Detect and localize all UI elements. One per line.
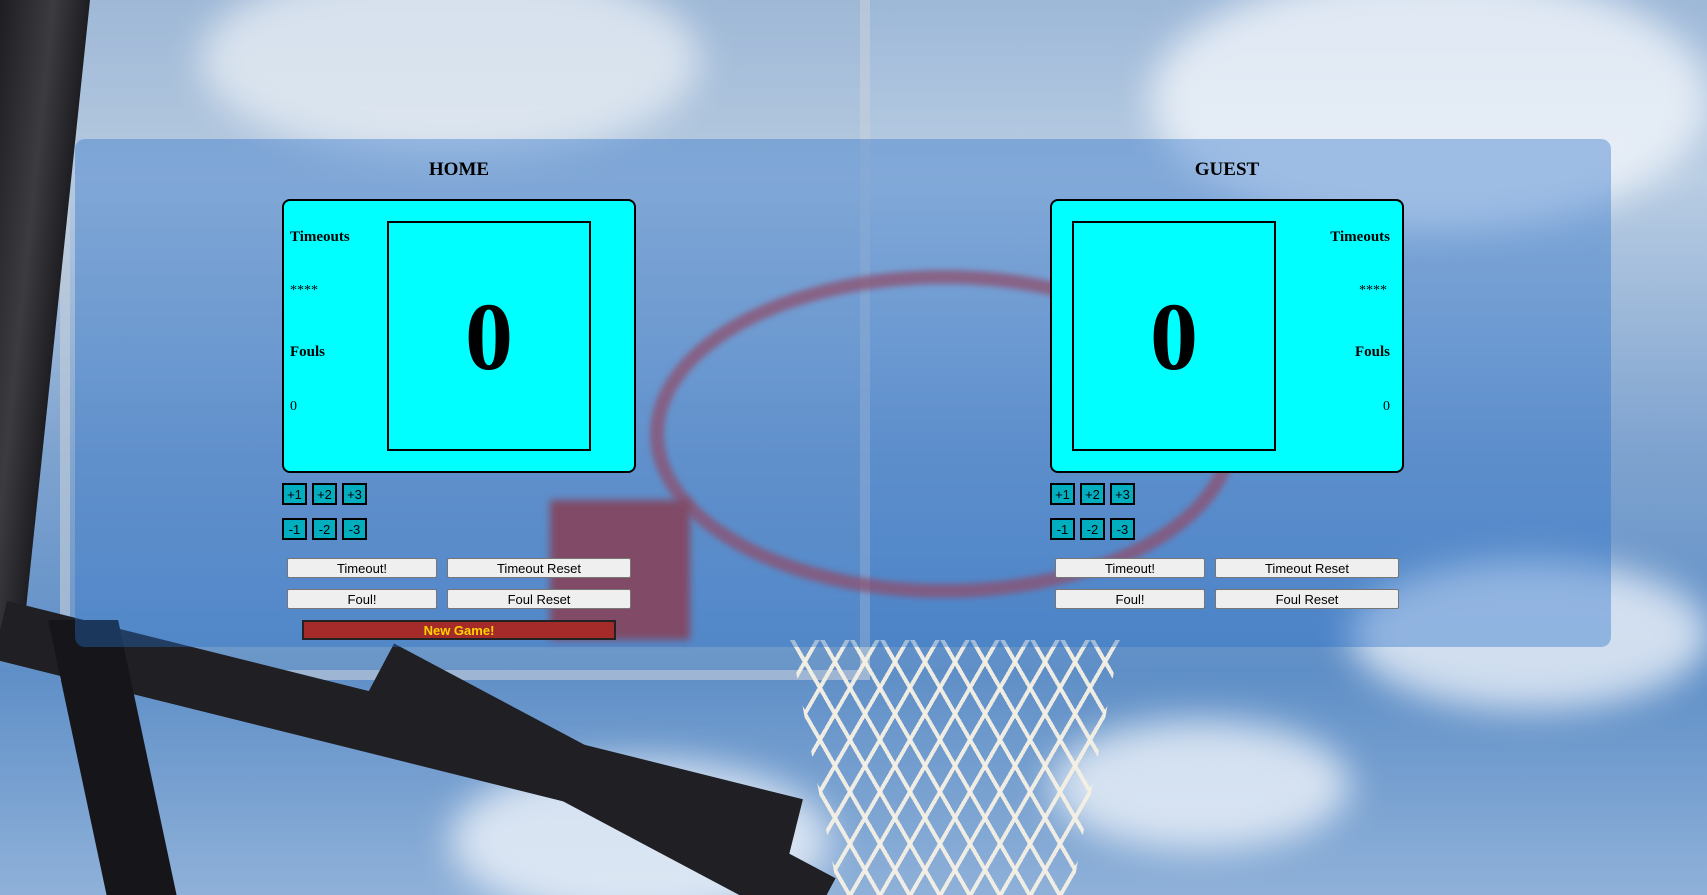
home-score: 0 bbox=[387, 221, 591, 451]
guest-subtract-points-row: -1 -2 -3 bbox=[1050, 518, 1135, 540]
guest-minus-3-button[interactable]: -3 bbox=[1110, 518, 1135, 540]
guest-score: 0 bbox=[1072, 221, 1276, 451]
guest-plus-1-button[interactable]: +1 bbox=[1050, 483, 1075, 505]
home-scoreboard: Timeouts **** Fouls 0 0 bbox=[282, 199, 636, 473]
guest-timeout-button[interactable]: Timeout! bbox=[1055, 558, 1205, 578]
guest-title: GUEST bbox=[1194, 159, 1260, 180]
home-minus-2-button[interactable]: -2 bbox=[312, 518, 337, 540]
home-foul-reset-button[interactable]: Foul Reset bbox=[447, 589, 631, 609]
net bbox=[790, 640, 1120, 895]
guest-fouls-label: Fouls bbox=[1354, 344, 1390, 360]
guest-foul-reset-button[interactable]: Foul Reset bbox=[1215, 589, 1399, 609]
new-game-button[interactable]: New Game! bbox=[302, 620, 616, 640]
guest-plus-3-button[interactable]: +3 bbox=[1110, 483, 1135, 505]
home-fouls-label: Fouls bbox=[290, 344, 326, 360]
guest-add-points-row: +1 +2 +3 bbox=[1050, 483, 1135, 505]
home-fouls-value: 0 bbox=[290, 399, 297, 414]
guest-fouls-value: 0 bbox=[1383, 399, 1390, 414]
home-timeouts-label: Timeouts bbox=[290, 229, 350, 245]
home-title: HOME bbox=[428, 159, 490, 180]
guest-team-section: GUEST Timeouts **** Fouls 0 0 +1 +2 +3 -… bbox=[1050, 139, 1404, 609]
guest-scoreboard: Timeouts **** Fouls 0 0 bbox=[1050, 199, 1404, 473]
guest-plus-2-button[interactable]: +2 bbox=[1080, 483, 1105, 505]
home-subtract-points-row: -1 -2 -3 bbox=[282, 518, 367, 540]
guest-timeouts-value: **** bbox=[1359, 283, 1387, 298]
guest-minus-1-button[interactable]: -1 bbox=[1050, 518, 1075, 540]
guest-minus-2-button[interactable]: -2 bbox=[1080, 518, 1105, 540]
home-add-points-row: +1 +2 +3 bbox=[282, 483, 367, 505]
home-team-section: HOME Timeouts **** Fouls 0 0 +1 +2 +3 -1… bbox=[282, 139, 636, 609]
guest-foul-button[interactable]: Foul! bbox=[1055, 589, 1205, 609]
home-plus-2-button[interactable]: +2 bbox=[312, 483, 337, 505]
home-timeout-reset-button[interactable]: Timeout Reset bbox=[447, 558, 631, 578]
home-minus-1-button[interactable]: -1 bbox=[282, 518, 307, 540]
home-plus-3-button[interactable]: +3 bbox=[342, 483, 367, 505]
scoreboard-panel: HOME Timeouts **** Fouls 0 0 +1 +2 +3 -1… bbox=[75, 139, 1611, 647]
guest-timeouts-label: Timeouts bbox=[1330, 229, 1390, 245]
home-plus-1-button[interactable]: +1 bbox=[282, 483, 307, 505]
home-timeouts-value: **** bbox=[290, 283, 318, 298]
guest-timeout-reset-button[interactable]: Timeout Reset bbox=[1215, 558, 1399, 578]
home-minus-3-button[interactable]: -3 bbox=[342, 518, 367, 540]
home-timeout-button[interactable]: Timeout! bbox=[287, 558, 437, 578]
home-foul-button[interactable]: Foul! bbox=[287, 589, 437, 609]
